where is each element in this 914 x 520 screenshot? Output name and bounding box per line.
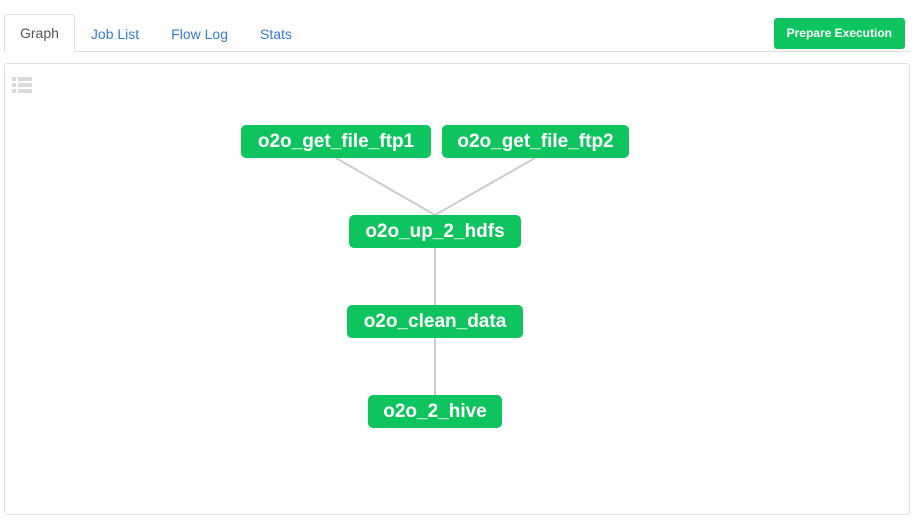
tab-list: Graph Job List Flow Log Stats — [4, 14, 308, 53]
graph-edge — [434, 157, 536, 216]
graph-node-o2o_get_file_ftp1[interactable]: o2o_get_file_ftp1 — [241, 125, 431, 158]
graph-edge — [335, 157, 436, 216]
graph-node-label: o2o_clean_data — [363, 311, 507, 332]
tab-stats[interactable]: Stats — [244, 15, 308, 53]
graph-panel: o2o_get_file_ftp1 o2o_get_file_ftp2 o2o_up… — [4, 63, 910, 515]
tab-flow-log[interactable]: Flow Log — [155, 15, 244, 53]
graph-node-o2o_2_hive[interactable]: o2o_2_hive — [368, 395, 502, 428]
tab-bar: Graph Job List Flow Log Stats Prepare Ex… — [0, 0, 914, 53]
graph-node-o2o_get_file_ftp2[interactable]: o2o_get_file_ftp2 — [442, 125, 629, 158]
tab-bar-divider — [4, 51, 910, 52]
tab-job-list[interactable]: Job List — [75, 15, 155, 53]
graph-node-label: o2o_up_2_hdfs — [365, 221, 505, 242]
graph-node-label: o2o_get_file_ftp2 — [457, 131, 614, 152]
graph-node-o2o_up_2_hdfs[interactable]: o2o_up_2_hdfs — [349, 215, 521, 248]
flow-graph-canvas[interactable]: o2o_get_file_ftp1 o2o_get_file_ftp2 o2o_up… — [5, 64, 909, 514]
graph-node-o2o_clean_data[interactable]: o2o_clean_data — [347, 305, 523, 338]
graph-node-label: o2o_2_hive — [383, 401, 487, 422]
graph-node-label: o2o_get_file_ftp1 — [257, 131, 415, 152]
prepare-execution-button[interactable]: Prepare Execution — [773, 18, 905, 49]
tab-graph[interactable]: Graph — [4, 14, 75, 53]
